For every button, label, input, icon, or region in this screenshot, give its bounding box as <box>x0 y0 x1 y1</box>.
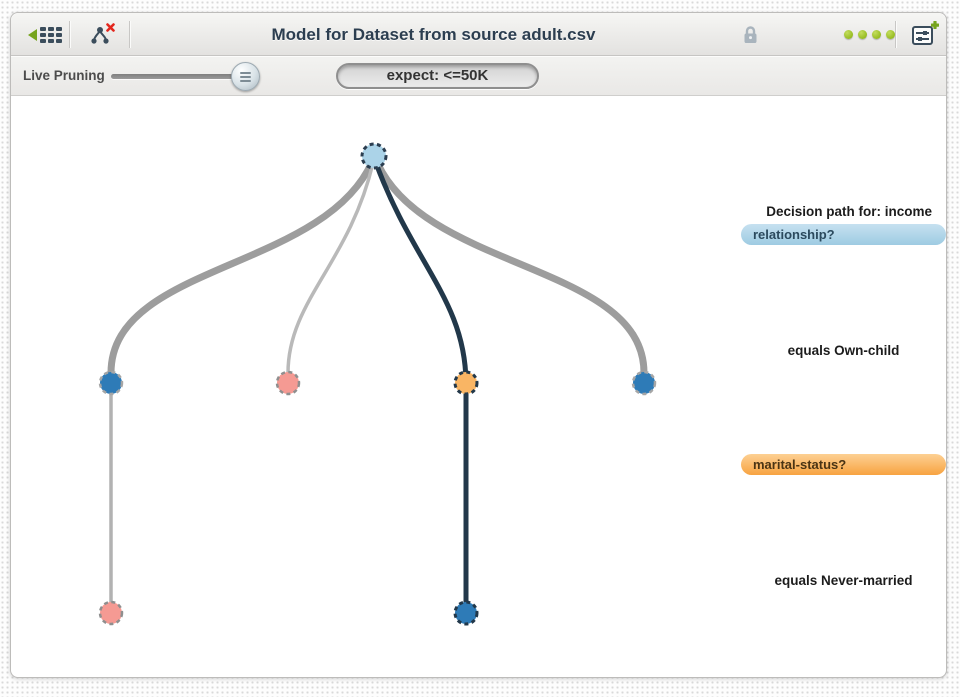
status-dot <box>858 30 867 39</box>
tree-edge <box>377 162 644 373</box>
slider-handle[interactable] <box>231 62 260 91</box>
question-pill-marital-status[interactable]: marital-status? <box>741 454 946 475</box>
pruning-bar: Live Pruning expect: <=50K <box>11 56 946 96</box>
tree-node-l2[interactable] <box>455 602 477 624</box>
live-pruning-slider[interactable] <box>111 64 276 88</box>
back-to-list-icon <box>28 25 62 45</box>
toolbar-divider <box>129 21 130 48</box>
answer-label: equals Own-child <box>741 343 946 358</box>
app-window: Model for Dataset from source adult.csv <box>10 12 947 678</box>
tree-node-n4[interactable] <box>633 372 655 394</box>
page-title: Model for Dataset from source adult.csv <box>141 13 726 56</box>
decision-tree <box>11 96 946 677</box>
question-pill-relationship[interactable]: relationship? <box>741 224 946 245</box>
status-dot <box>886 30 895 39</box>
toolbar: Model for Dataset from source adult.csv <box>11 13 946 56</box>
add-panel-button[interactable] <box>905 19 945 50</box>
tree-node-n3[interactable] <box>455 372 477 394</box>
back-to-list-button[interactable] <box>25 19 65 50</box>
tree-node-root[interactable] <box>362 144 386 168</box>
tree-edge <box>111 162 372 373</box>
toolbar-divider <box>69 21 70 48</box>
tree-node-l1[interactable] <box>100 602 122 624</box>
tree-edge <box>288 163 373 373</box>
tree-canvas: Decision path for: income relationship? … <box>11 96 946 677</box>
tree-delete-icon <box>89 23 117 47</box>
tree-edge <box>376 163 466 603</box>
tree-node-n1[interactable] <box>100 372 122 394</box>
lock-icon <box>743 25 758 44</box>
decision-path-heading: Decision path for: income <box>766 204 932 219</box>
answer-label: equals Never-married <box>741 573 946 588</box>
status-dot <box>844 30 853 39</box>
status-dot <box>872 30 881 39</box>
expect-class-button[interactable]: expect: <=50K <box>336 63 539 89</box>
live-pruning-label: Live Pruning <box>23 68 105 83</box>
delete-tree-button[interactable] <box>83 19 123 50</box>
tree-node-n2[interactable] <box>277 372 299 394</box>
lock-indicator <box>734 19 766 50</box>
toolbar-divider <box>895 21 896 48</box>
add-panel-icon <box>911 21 939 48</box>
status-dots <box>844 30 895 39</box>
